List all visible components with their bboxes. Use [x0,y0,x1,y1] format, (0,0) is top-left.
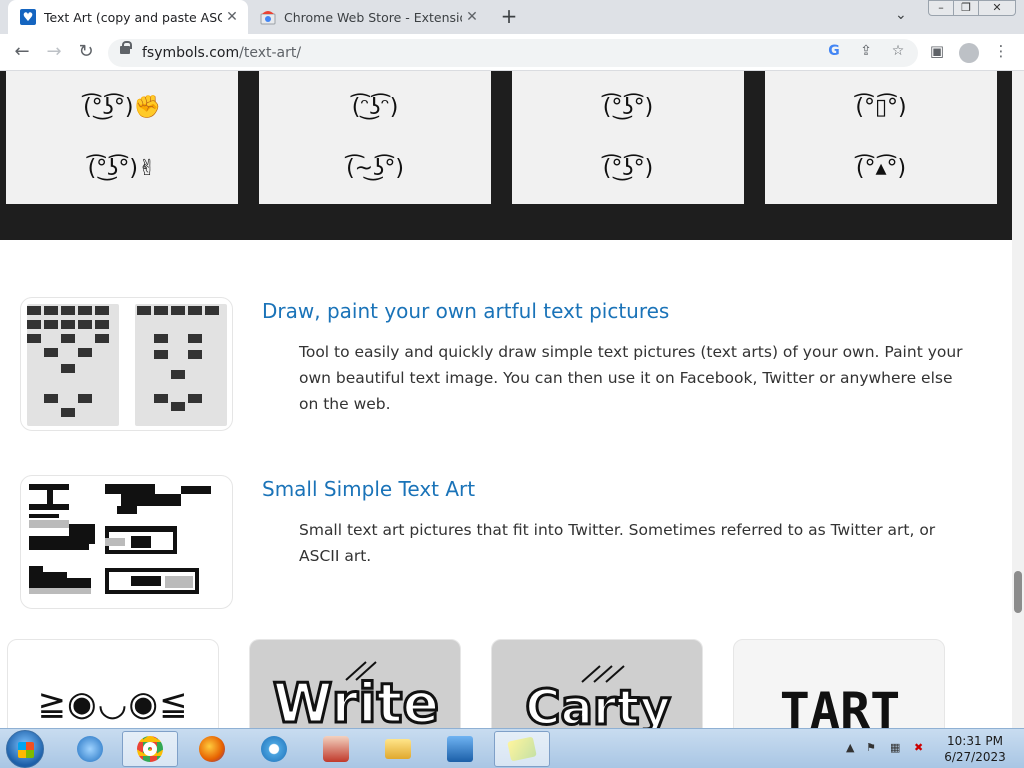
text-face[interactable]: (͡~͜ʖ͡°) [259,156,491,181]
clock-time: 10:31 PM [947,734,1003,748]
tray-flag-icon[interactable]: ⚑ [866,741,876,754]
text-art-thumbnail[interactable]: TART [733,639,945,728]
tray-network-icon[interactable]: ▦ [890,741,900,754]
address-bar[interactable]: fsymbols.com/text-art/ G ⇪ ☆ [108,39,918,67]
text-face[interactable]: (͡ᵔ͜ʖ͡ᵔ) [259,95,491,120]
tab-close-icon[interactable]: ✕ [222,9,242,25]
feature-description: Tool to easily and quickly draw simple t… [299,343,963,413]
tab-text-art[interactable]: ♥ Text Art (copy and paste ASCII picture… [8,0,248,34]
side-panel-icon[interactable]: ▣ [926,42,948,64]
tab-title: Text Art (copy and paste ASCII pictures) [44,9,222,25]
tab-title: Chrome Web Store - Extensions [284,9,462,25]
lock-icon[interactable] [120,41,132,54]
taskbar-clock[interactable]: 10:31 PM 6/27/2023 [940,733,1010,765]
window-minimize-button[interactable]: – [928,0,954,16]
taskbar-chrome-button[interactable] [122,731,178,767]
profile-icon[interactable] [958,42,980,64]
write-text-art-image: Write [271,661,441,728]
tab-search-chevron-icon[interactable]: ⌄ [895,7,907,23]
lenny-face-section: (͡°͜ʖ͡°)✊ (͡°͜ʖ͡°)✌ (͡ᵔ͜ʖ͡ᵔ) (͡~͜ʖ͡°) (͡… [0,71,1012,240]
chrome-web-store-icon [260,9,276,25]
text-face[interactable]: (͡°▯͡°) [765,95,997,120]
windows-taskbar: ▲ ⚑ ▦ ✖ 10:31 PM 6/27/2023 [0,728,1024,768]
network-icon [447,736,473,762]
taskbar-app-button[interactable] [308,731,364,767]
small-text-art-preview-image[interactable] [20,475,233,609]
bookmark-star-icon[interactable]: ☆ [888,43,908,63]
start-button[interactable] [6,730,44,768]
page-scrollbar[interactable] [1012,71,1024,728]
taskbar-network-button[interactable] [432,731,488,767]
tray-volume-muted-icon[interactable]: ✖ [914,741,923,754]
text-face[interactable]: (͡°͜ʖ͡°) [512,156,744,181]
chrome-icon [137,736,163,762]
window-restore-button[interactable]: ❐ [953,0,979,16]
tray-expand-icon[interactable]: ▲ [846,741,854,754]
text-art-thumbnail[interactable]: Write [249,639,461,728]
face-card[interactable]: (͡°͜ʖ͡°)✊ (͡°͜ʖ͡°)✌ [6,71,238,204]
face-card[interactable]: (͡ᵔ͜ʖ͡ᵔ) (͡~͜ʖ͡°) [259,71,491,204]
thumbnail-text: TART [780,682,900,728]
forward-arrow-icon[interactable]: → [42,41,66,65]
feature-description: Small text art pictures that fit into Tw… [299,521,936,565]
tab-chrome-web-store[interactable]: Chrome Web Store - Extensions ✕ [252,0,488,34]
feature-draw-text-pictures: Draw, paint your own artful text picture… [0,297,1012,433]
page-viewport: (͡°͜ʖ͡°)✊ (͡°͜ʖ͡°)✌ (͡ᵔ͜ʖ͡ᵔ) (͡~͜ʖ͡°) (͡… [0,71,1024,728]
menu-kebab-icon[interactable]: ⋮ [990,42,1012,64]
taskbar-ie-button[interactable] [62,731,118,767]
text-art-thumbnail[interactable]: Carty [491,639,703,728]
window-close-button[interactable]: ✕ [978,0,1016,16]
safari-icon [261,736,287,762]
clock-date: 6/27/2023 [944,750,1006,764]
taskbar-explorer-button[interactable] [370,731,426,767]
back-arrow-icon[interactable]: ← [10,41,34,65]
google-lens-icon[interactable]: G [824,43,844,63]
tab-strip: ♥ Text Art (copy and paste ASCII picture… [0,0,1024,34]
face-card[interactable]: (͡°͜ʖ͡°) (͡°͜ʖ͡°) [512,71,744,204]
reload-icon[interactable]: ↻ [74,41,98,65]
share-icon[interactable]: ⇪ [856,43,876,63]
browser-toolbar: ← → ↻ fsymbols.com/text-art/ G ⇪ ☆ ▣ ⋮ [0,34,1024,71]
text-paint-preview-image[interactable] [20,297,233,431]
firefox-icon [199,736,225,762]
carty-text-art-image: Carty [524,665,672,728]
text-face[interactable]: (͡°▴͡°) [765,156,997,181]
tab-close-icon[interactable]: ✕ [462,9,482,25]
text-face[interactable]: (͡°͜ʖ͡°)✊ [6,95,238,120]
sticky-notes-icon [507,736,537,762]
taskbar-notes-button[interactable] [494,731,550,767]
folder-icon [385,739,411,759]
url-text[interactable]: fsymbols.com/text-art/ [142,45,301,61]
heart-favicon-icon: ♥ [20,9,36,25]
text-face[interactable]: (͡°͜ʖ͡°)✌ [6,156,238,181]
thumbnail-text: Carty [525,680,671,728]
thumbnail-text: Write [273,672,439,728]
feature-title-link[interactable]: Draw, paint your own artful text picture… [262,299,669,323]
new-tab-button[interactable]: + [498,6,520,28]
taskbar-firefox-button[interactable] [184,731,240,767]
scrollbar-thumb[interactable] [1014,571,1022,613]
feature-title-link[interactable]: Small Simple Text Art [262,477,475,501]
thumbnail-text: ≧◉◡◉≦ [37,684,189,724]
internet-explorer-icon [77,736,103,762]
tart-text-art-image: TART [780,682,900,728]
taskbar-safari-button[interactable] [246,731,302,767]
feature-small-simple-text-art: Small Simple Text Art Small text art pic… [0,475,1012,611]
app-icon [323,736,349,762]
text-face[interactable]: (͡°͜ʖ͡°) [512,95,744,120]
face-card[interactable]: (͡°▯͡°) (͡°▴͡°) [765,71,997,204]
text-art-thumbnail[interactable]: ≧◉◡◉≦ [7,639,219,728]
